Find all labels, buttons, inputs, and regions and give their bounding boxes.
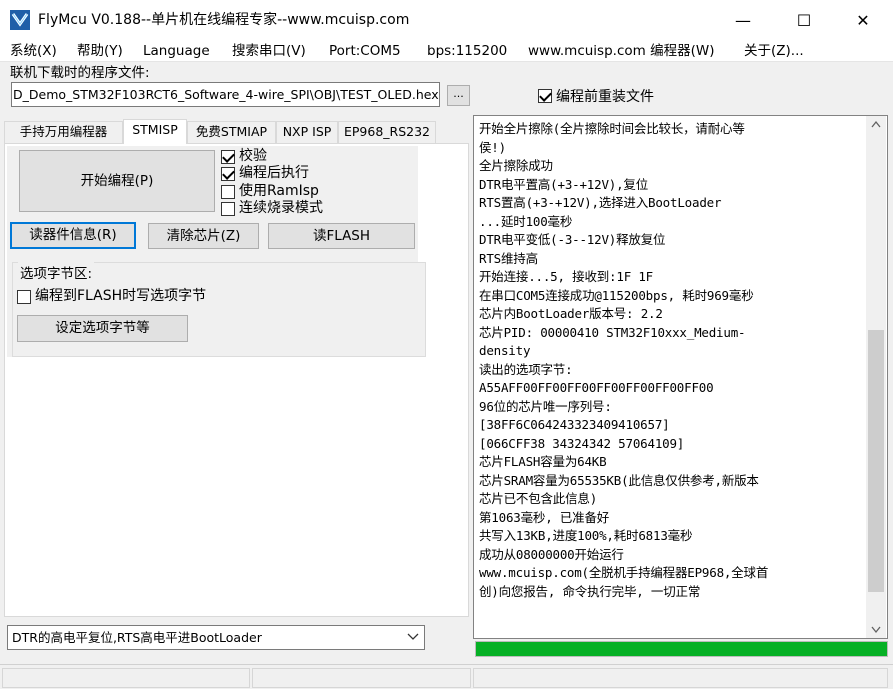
reload-check-label: 编程前重装文件 <box>556 89 654 105</box>
app-logo-icon <box>10 10 30 30</box>
log-line: 芯片FLASH容量为64KB <box>479 454 607 469</box>
progress-fill <box>476 642 887 656</box>
use-ramisp-checkbox[interactable]: 使用RamIsp <box>221 183 319 200</box>
status-cell-1 <box>2 668 250 688</box>
scroll-thumb[interactable] <box>868 330 884 592</box>
log-line: DTR电平置高(+3-+12V),复位 <box>479 176 649 192</box>
log-line: 96位的芯片唯一序列号: <box>479 398 612 414</box>
tab-nxp-isp[interactable]: NXP ISP <box>276 121 338 143</box>
verify-check-box[interactable] <box>221 149 235 164</box>
reset-mode-select[interactable]: DTR的高电平复位,RTS高电平进BootLoader <box>7 625 425 650</box>
continuous-burn-check-box[interactable] <box>221 201 235 216</box>
read-device-info-button[interactable]: 读器件信息(R) <box>10 222 136 249</box>
menu-about[interactable]: 关于(Z)... <box>744 42 804 60</box>
menu-help[interactable]: 帮助(Y) <box>77 42 123 60</box>
log-line: 开始全片擦除(全片擦除时间会比较长，请耐心等 <box>479 121 745 136</box>
log-line: 共写入13KB,进度100%,耗时6813毫秒 <box>479 528 693 543</box>
menu-language[interactable]: Language <box>143 42 210 60</box>
set-option-bytes-button[interactable]: 设定选项字节等 <box>17 315 188 342</box>
write-option-check-box[interactable] <box>17 289 31 304</box>
scroll-down-icon[interactable] <box>866 621 886 638</box>
start-program-button[interactable]: 开始编程(P) <box>19 150 215 212</box>
log-line: 芯片PID: 00000410 STM32F10xxx_Medium- <box>479 324 746 340</box>
window-title: FlyMcu V0.188--单片机在线编程专家--www.mcuisp.com <box>38 12 410 28</box>
log-line: [38FF6C064243323409410657] <box>479 417 670 432</box>
use-ramisp-label: 使用RamIsp <box>239 183 319 199</box>
continuous-burn-checkbox[interactable]: 连续烧录模式 <box>221 200 323 217</box>
tab-ep968-rs232[interactable]: EP968_RS232 <box>338 121 436 143</box>
tab-handheld-programmer[interactable]: 手持万用编程器 <box>4 121 123 143</box>
log-line: 芯片内BootLoader版本号: 2.2 <box>479 306 663 321</box>
log-lines: 开始全片擦除(全片擦除时间会比较长，请耐心等 侯!) 全片擦除成功 DTR电平置高(+… <box>479 120 871 601</box>
log-line: density <box>479 343 531 358</box>
menu-system[interactable]: 系统(X) <box>10 42 57 60</box>
use-ramisp-check-box[interactable] <box>221 184 235 199</box>
log-line: www.mcuisp.com(全脱机手持编程器EP968,全球首 <box>479 565 769 580</box>
log-scrollbar[interactable] <box>866 116 886 638</box>
log-line: RTS维持高 <box>479 250 538 266</box>
tab-free-stmiap[interactable]: 免费STMIAP <box>187 121 276 143</box>
write-option-label: 编程到FLASH时写选项字节 <box>35 288 207 304</box>
log-line: 全片擦除成功 <box>479 158 553 173</box>
log-line: 创)向您报告, 命令执行完毕, 一切正常 <box>479 583 701 599</box>
browse-button[interactable]: ... <box>447 85 470 106</box>
log-line: DTR电平变低(-3--12V)释放复位 <box>479 232 666 247</box>
log-line: 第1063毫秒, 已准备好 <box>479 509 610 525</box>
menu-port[interactable]: Port:COM5 <box>329 42 401 60</box>
log-line: 读出的选项字节: <box>479 361 573 377</box>
reload-check-box[interactable] <box>538 89 552 103</box>
log-line: 开始连接...5, 接收到:1F 1F <box>479 269 654 284</box>
erase-chip-button[interactable]: 清除芯片(Z) <box>148 223 259 249</box>
tab-stmisp[interactable]: STMISP <box>123 119 187 144</box>
reload-before-program-checkbox[interactable]: 编程前重装文件 <box>538 86 654 106</box>
close-button[interactable]: ✕ <box>840 0 886 40</box>
log-line: ...延时100毫秒 <box>479 213 573 229</box>
write-option-bytes-checkbox[interactable]: 编程到FLASH时写选项字节 <box>17 288 206 305</box>
log-line: 芯片已不包含此信息) <box>479 491 598 506</box>
log-line: [066CFF38 34324342 57064109] <box>479 435 685 451</box>
maximize-button[interactable]: ☐ <box>781 0 827 40</box>
menu-programmer[interactable]: www.mcuisp.com 编程器(W) <box>528 42 714 60</box>
log-line: 侯!) <box>479 139 506 155</box>
log-line: 在串口COM5连接成功@115200bps, 耗时969毫秒 <box>479 287 754 303</box>
title-bar: FlyMcu V0.188--单片机在线编程专家--www.mcuisp.com… <box>0 0 893 40</box>
verify-label: 校验 <box>239 148 267 164</box>
run-after-program-checkbox[interactable]: 编程后执行 <box>221 165 309 182</box>
program-file-path: D_Demo_STM32F103RCT6_Software_4-wire_SPI… <box>13 87 439 102</box>
log-line: RTS置高(+3-+12V),选择进入BootLoader <box>479 195 722 210</box>
menu-baudrate[interactable]: bps:115200 <box>427 42 507 60</box>
log-line: A55AFF00FF00FF00FF00FF00FF00FF00 <box>479 380 714 395</box>
status-cell-2 <box>252 668 471 688</box>
continuous-burn-label: 连续烧录模式 <box>239 200 323 216</box>
verify-checkbox[interactable]: 校验 <box>221 148 267 165</box>
log-line: 芯片SRAM容量为65535KB(此信息仅供参考,新版本 <box>479 472 759 488</box>
option-bytes-group: 选项字节区: <box>12 262 426 357</box>
menu-bar: 系统(X) 帮助(Y) Language 搜索串口(V) Port:COM5 b… <box>0 40 893 62</box>
minimize-button[interactable]: — <box>720 0 766 40</box>
option-bytes-title: 选项字节区: <box>18 262 95 282</box>
menu-search-port[interactable]: 搜索串口(V) <box>232 42 306 60</box>
reset-mode-value: DTR的高电平复位,RTS高电平进BootLoader <box>12 630 262 645</box>
run-after-label: 编程后执行 <box>239 165 309 181</box>
status-bar <box>0 664 893 689</box>
run-after-check-box[interactable] <box>221 166 235 181</box>
read-flash-button[interactable]: 读FLASH <box>268 223 415 249</box>
log-output[interactable]: 开始全片擦除(全片擦除时间会比较长，请耐心等 侯!) 全片擦除成功 DTR电平置高(+… <box>473 115 888 639</box>
program-file-input[interactable]: D_Demo_STM32F103RCT6_Software_4-wire_SPI… <box>11 82 440 107</box>
status-cell-3 <box>473 668 888 688</box>
chevron-down-icon[interactable] <box>407 627 419 655</box>
log-line: 成功从08000000开始运行 <box>479 546 624 562</box>
scroll-up-icon[interactable] <box>866 116 886 133</box>
progress-bar <box>475 641 888 657</box>
program-file-label: 联机下载时的程序文件: <box>10 65 150 81</box>
